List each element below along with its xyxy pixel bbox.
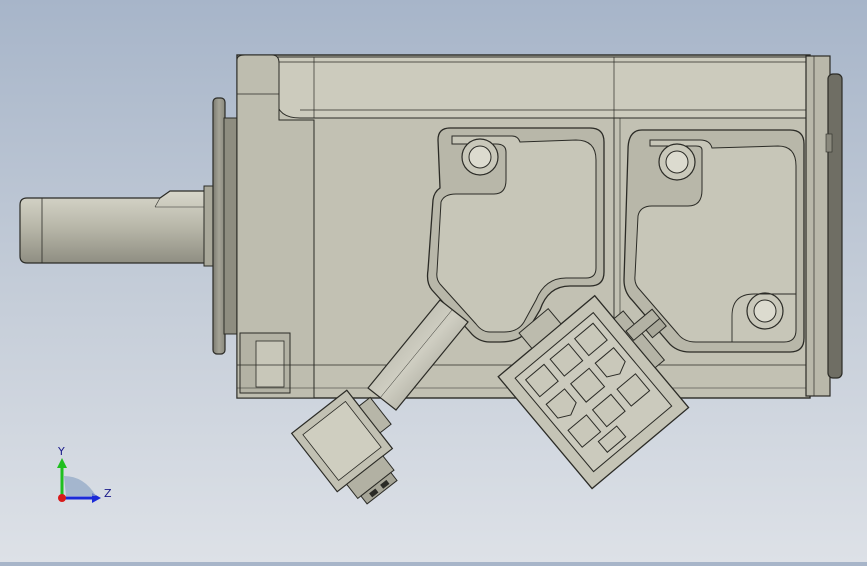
z-axis-label: Z — [104, 487, 112, 500]
motor-shaft — [19, 190, 207, 264]
axis-triad: Y Z — [57, 445, 112, 503]
y-axis-label: Y — [57, 445, 65, 458]
rear-cap — [805, 55, 843, 397]
front-flange — [203, 97, 240, 355]
cad-viewport[interactable]: Y Z — [0, 0, 867, 562]
servo-motor-model[interactable]: Y Z — [0, 0, 867, 562]
